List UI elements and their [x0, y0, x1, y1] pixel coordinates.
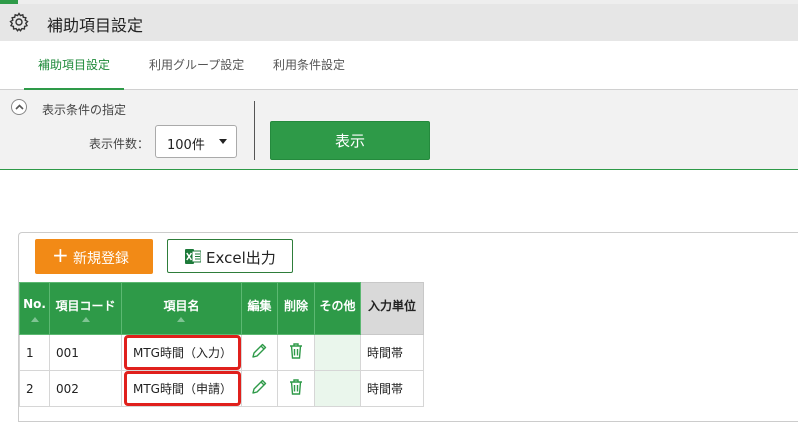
collapse-toggle-icon[interactable] [11, 99, 27, 115]
row-no: 1 [19, 334, 50, 371]
excel-icon [185, 249, 202, 264]
tab-group-settings[interactable]: 利用グループ設定 [149, 41, 244, 90]
new-register-label: 新規登録 [73, 251, 129, 267]
items-table: No. 項目コード 項目名 編集 削除 その他 入力単位 1 001 MTG時間… [19, 282, 424, 407]
row-code: 001 [49, 334, 122, 371]
sort-icon [81, 317, 90, 322]
column-header-name[interactable]: 項目名 [121, 282, 242, 335]
display-count-select[interactable]: 100件 [155, 125, 237, 158]
edit-cell [240, 370, 278, 407]
display-count-value: 100件 [167, 138, 205, 153]
column-header-delete: 削除 [276, 282, 315, 335]
tab-auxiliary-settings[interactable]: 補助項目設定 [23, 41, 125, 91]
display-conditions-panel: 表示条件の指定 表示件数： 100件 表示 [0, 90, 798, 170]
column-header-other: その他 [313, 282, 361, 335]
excel-export-button[interactable]: Excel出力 [167, 239, 293, 273]
row-name-cell: MTG時間（入力） [121, 334, 242, 371]
pencil-icon[interactable] [250, 379, 268, 399]
trash-icon[interactable] [288, 379, 304, 399]
table-header-row: No. 項目コード 項目名 編集 削除 その他 入力単位 [19, 282, 424, 335]
row-no: 2 [19, 370, 50, 407]
divider [254, 101, 255, 160]
top-accent-line [0, 0, 798, 4]
table-row: 2 002 MTG時間（申請） 時間帯 [19, 370, 424, 407]
column-header-no[interactable]: No. [19, 282, 50, 335]
page-title: 補助項目設定 [47, 16, 144, 35]
tab-bar: 補助項目設定 利用グループ設定 利用条件設定 [0, 41, 798, 91]
delete-cell [276, 370, 315, 407]
chevron-down-icon [219, 139, 227, 144]
other-cell [313, 370, 361, 407]
sort-icon [30, 317, 39, 322]
sort-icon [177, 317, 186, 322]
app-header: 補助項目設定 [0, 0, 798, 41]
tab-condition-settings[interactable]: 利用条件設定 [273, 41, 345, 90]
row-code: 002 [49, 370, 122, 407]
gear-icon[interactable] [9, 12, 29, 32]
other-cell [313, 334, 361, 371]
row-input-unit: 時間帯 [359, 334, 424, 371]
row-input-unit: 時間帯 [359, 370, 424, 407]
row-name-cell: MTG時間（申請） [121, 370, 242, 407]
column-header-code[interactable]: 項目コード [49, 282, 122, 335]
display-count-label: 表示件数： [89, 137, 150, 151]
row-name: MTG時間（入力） [124, 335, 241, 370]
plus-icon: + [52, 243, 69, 267]
column-header-input-unit: 入力単位 [359, 282, 424, 335]
pencil-icon[interactable] [250, 343, 268, 363]
delete-cell [276, 334, 315, 371]
row-name: MTG時間（申請） [124, 371, 241, 406]
table-row: 1 001 MTG時間（入力） 時間帯 [19, 334, 424, 371]
column-header-edit: 編集 [240, 282, 278, 335]
show-button[interactable]: 表示 [270, 121, 430, 160]
excel-export-label: Excel出力 [206, 249, 276, 267]
display-conditions-label[interactable]: 表示条件の指定 [42, 101, 126, 118]
edit-cell [240, 334, 278, 371]
new-register-button[interactable]: + 新規登録 [35, 239, 153, 274]
trash-icon[interactable] [288, 343, 304, 363]
